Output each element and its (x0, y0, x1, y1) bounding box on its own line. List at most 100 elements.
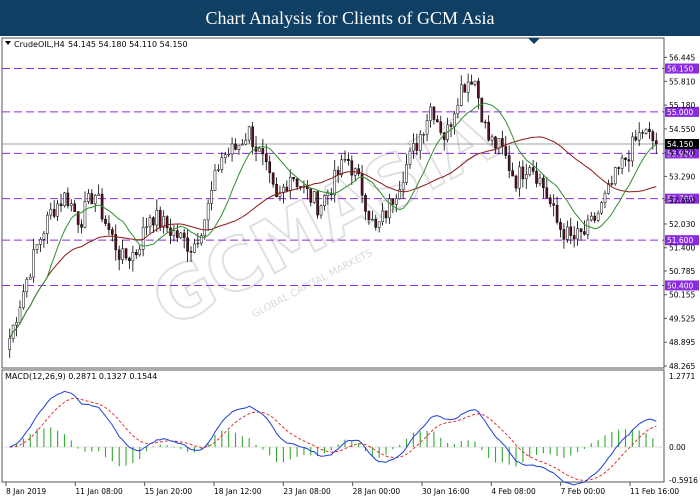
candle-body (217, 169, 220, 171)
candle-body (237, 144, 241, 150)
candle-body (384, 210, 388, 219)
macd-y-tick-label: -0.5916 (669, 476, 698, 485)
candle-body (552, 203, 555, 206)
candle-body (466, 81, 470, 93)
candle-body (627, 159, 631, 162)
x-tick-label: 11 Jan 08:00 (75, 487, 123, 496)
candle-body (340, 159, 343, 176)
candle-body (562, 229, 566, 240)
candle-body (46, 214, 49, 234)
candle-body (439, 121, 443, 133)
candle-body (507, 155, 511, 171)
candle-body (234, 143, 237, 150)
candle-body (490, 136, 494, 141)
candle-body (357, 168, 360, 175)
candle-body (531, 167, 535, 172)
candle-body (25, 279, 29, 292)
candle-body (90, 193, 94, 205)
candle-body (569, 226, 573, 236)
candle-body (59, 203, 63, 206)
candle-body (401, 182, 405, 190)
candle-body (412, 143, 415, 152)
candle-body (559, 222, 562, 230)
candle-body (487, 121, 490, 141)
macd-plot-frame (1, 369, 665, 483)
candle-body (203, 219, 207, 236)
candle-body (518, 166, 521, 189)
y-tick-label: 55.180 (669, 101, 695, 110)
candle-body (316, 191, 319, 216)
candle-body (165, 216, 169, 229)
candle-body (610, 183, 614, 185)
x-tick-label: 8 Jan 2019 (6, 487, 46, 496)
candle-body (158, 209, 162, 228)
candle[interactable] (63, 191, 66, 208)
ohlc-label: 54.145 54.180 54.110 54.150 (68, 40, 188, 49)
candle-body (63, 192, 66, 206)
candle-body (145, 226, 148, 228)
candle-body (477, 80, 480, 99)
candle-body (347, 159, 350, 161)
candle-body (97, 193, 100, 196)
candle[interactable] (480, 97, 484, 123)
candle-body (196, 242, 200, 245)
candle-body (312, 191, 316, 203)
candle-body (572, 235, 576, 240)
candle[interactable] (600, 200, 603, 216)
chart-area[interactable]: CrudeOIL,H4 54.145 54.180 54.110 54.150 … (0, 36, 700, 500)
candle-body (244, 139, 248, 145)
candle-body (381, 210, 384, 223)
candle-body (497, 138, 501, 149)
x-tick-label: 15 Jan 20:00 (145, 487, 193, 496)
candle-body (624, 157, 627, 160)
y-tick-label: 56.445 (669, 53, 695, 62)
candle-body (35, 244, 39, 250)
candle-body (285, 186, 289, 192)
candle-body (319, 205, 323, 216)
candle-body (292, 176, 295, 180)
candle-body (155, 209, 159, 226)
candle[interactable] (316, 189, 319, 219)
candle-body (586, 219, 590, 235)
candle-body (176, 230, 179, 238)
candle-body (148, 217, 152, 228)
candle[interactable] (463, 83, 467, 93)
candle-body (42, 233, 46, 240)
candle-body (22, 291, 25, 309)
candle-body (631, 136, 634, 162)
price-chart-svg[interactable]: CrudeOIL,H4 54.145 54.180 54.110 54.150 … (0, 36, 700, 500)
candle-body (230, 143, 234, 155)
candle-body (333, 169, 337, 196)
candle-body (87, 193, 90, 202)
candle-body (542, 177, 545, 189)
candle-body (134, 252, 138, 256)
candle-body (364, 195, 367, 212)
candle-body (408, 150, 412, 165)
candle-body (620, 157, 624, 169)
candle-body (261, 148, 265, 155)
candle-body (121, 248, 124, 260)
candle-body (449, 124, 453, 127)
candle-body (343, 159, 347, 161)
x-tick-label: 7 Feb 00:00 (561, 487, 606, 496)
candle[interactable] (312, 190, 316, 204)
candle-body (80, 224, 83, 228)
candle-body (603, 193, 607, 203)
candle[interactable] (613, 166, 617, 186)
level-tag-label: 56.150 (667, 65, 693, 74)
candle-body (131, 252, 135, 261)
x-tick-label: 30 Jan 16:00 (422, 487, 470, 496)
candle-body (15, 322, 18, 326)
candle-body (264, 153, 268, 163)
y-tick-label: 55.810 (669, 77, 695, 86)
candle-body (28, 276, 32, 280)
candle-body (483, 121, 487, 124)
candle-body (644, 128, 648, 134)
candle-body (600, 202, 603, 214)
candle-body (367, 211, 371, 220)
candle-body (583, 231, 586, 235)
candle-body (210, 190, 213, 204)
candle-body (93, 195, 97, 205)
candle-body (470, 81, 473, 85)
candle-body (418, 134, 422, 151)
